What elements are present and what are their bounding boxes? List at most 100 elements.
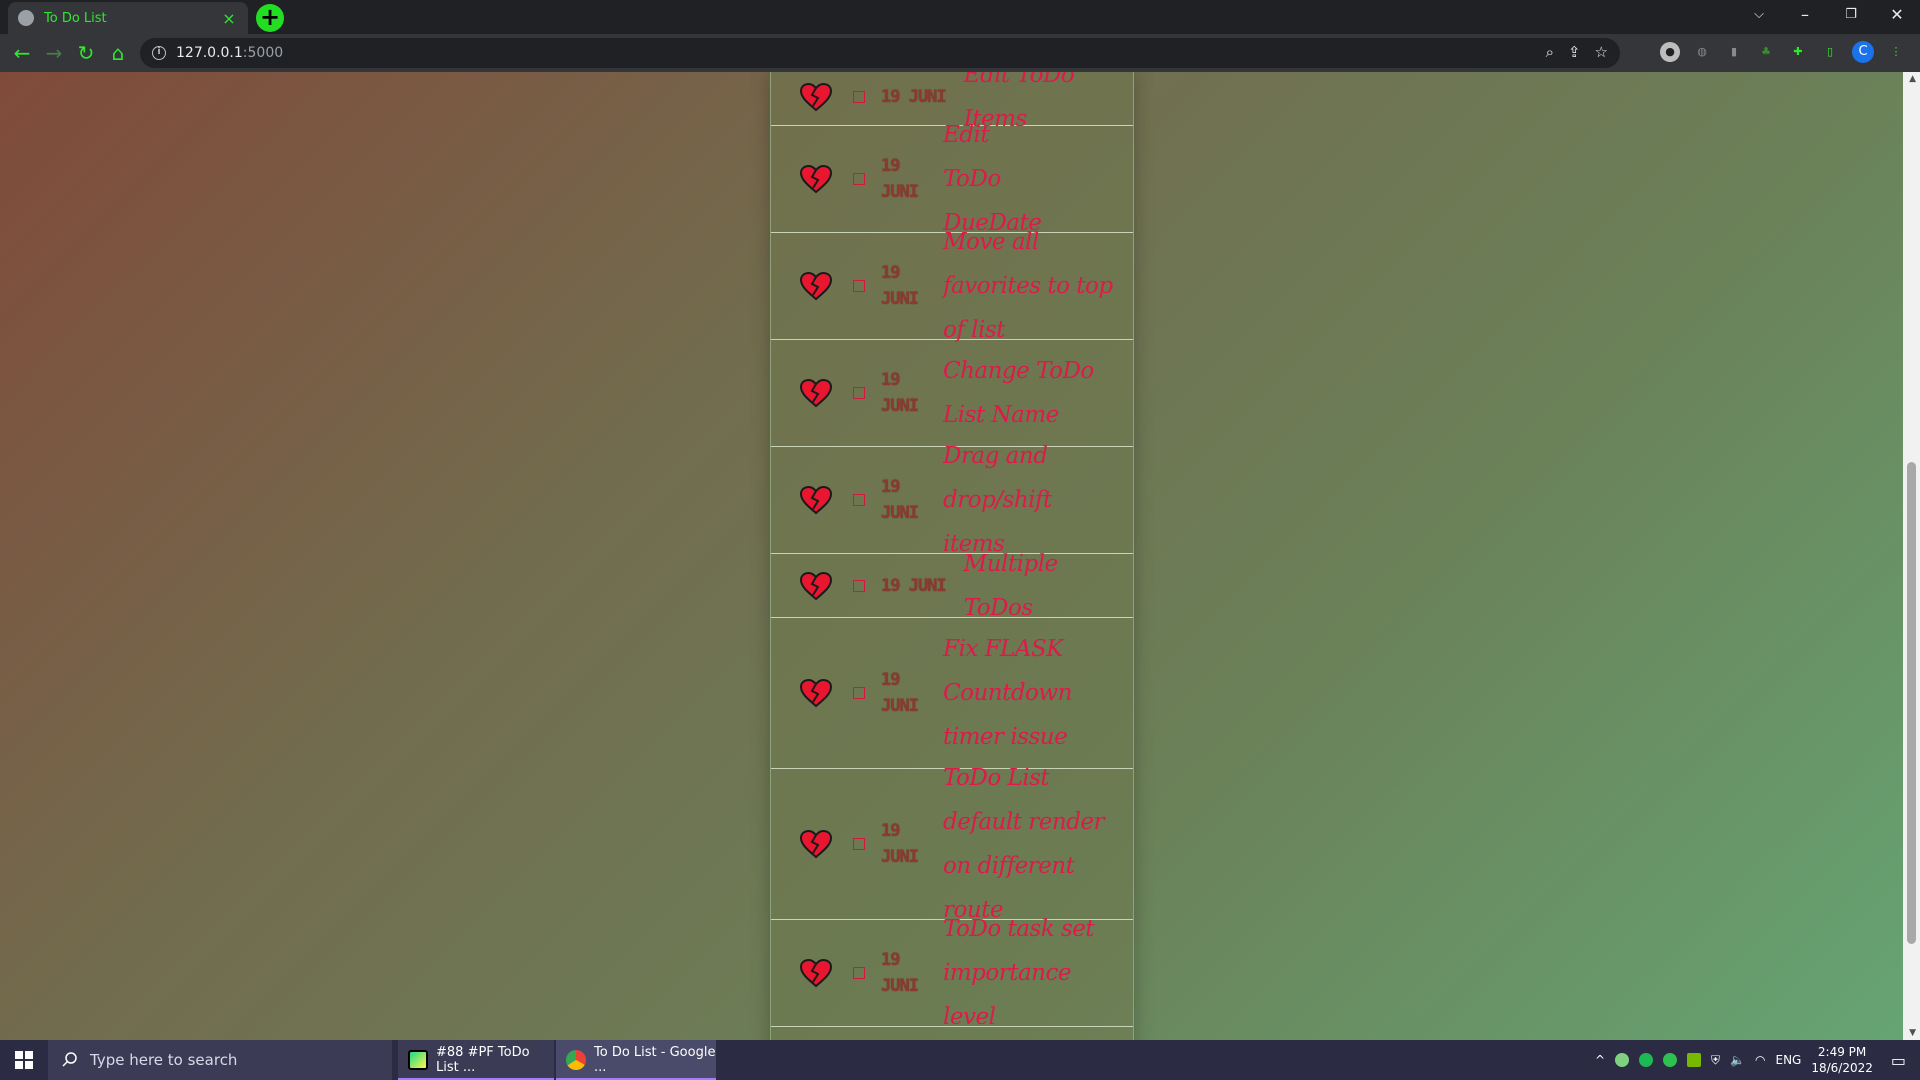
tree-extension-icon[interactable]: ♣ — [1756, 42, 1776, 62]
zoom-icon[interactable]: ⌕ — [1546, 43, 1554, 61]
restore-button[interactable]: ❐ — [1828, 0, 1874, 30]
url-port: :5000 — [242, 45, 284, 61]
close-window-button[interactable]: ✕ — [1874, 0, 1920, 30]
broken-heart-favorite-icon[interactable] — [799, 82, 833, 112]
broken-heart-favorite-icon[interactable] — [799, 678, 833, 708]
broken-heart-favorite-icon[interactable] — [799, 485, 833, 515]
todo-checkbox[interactable] — [853, 967, 865, 979]
todo-text[interactable]: Multiple ToDos — [964, 542, 1133, 630]
todo-item: 19 JUNI ToDo List default render on diff… — [771, 765, 1133, 923]
todo-checkbox[interactable] — [853, 687, 865, 699]
todo-date: 19 JUNI — [881, 156, 919, 202]
clock-time: 2:49 PM — [1817, 1045, 1867, 1059]
volume-icon[interactable]: 🔈 — [1730, 1053, 1745, 1067]
clock[interactable]: 2:49 PM 18/6/2022 — [1811, 1044, 1873, 1076]
tab-search-icon[interactable]: ⌵ — [1736, 0, 1782, 30]
reload-button[interactable]: ↻ — [70, 37, 102, 69]
scroll-up-arrow-icon[interactable]: ▲ — [1909, 74, 1916, 84]
nvidia-icon[interactable] — [1687, 1053, 1702, 1067]
todo-item: 19 JUNI ToDo task set importance level — [771, 916, 1133, 1030]
todo-item: 19 JUNI Move all favorites to top of lis… — [771, 229, 1133, 343]
security-shield-icon[interactable]: ⛨ — [1711, 1053, 1720, 1068]
taskbar-app-chrome[interactable]: To Do List - Google ... — [556, 1040, 716, 1080]
puzzle-extensions-icon[interactable]: ✚ — [1788, 42, 1808, 62]
todo-checkbox[interactable] — [853, 280, 865, 292]
globe-icon — [18, 10, 34, 26]
broken-heart-favorite-icon[interactable] — [799, 164, 833, 194]
clock-date: 18/6/2022 — [1811, 1061, 1873, 1075]
broken-heart-favorite-icon[interactable] — [799, 958, 833, 988]
taskbar-app-label: To Do List - Google ... — [594, 1045, 716, 1075]
todo-text[interactable]: ToDo task set importance level — [943, 907, 1133, 1039]
windows-taskbar: Type here to search #88 #PF ToDo List ..… — [0, 1040, 1920, 1080]
search-placeholder: Type here to search — [90, 1051, 238, 1069]
tray-app-icon[interactable] — [1663, 1053, 1678, 1067]
page-viewport: 19 JUNI Edit ToDo Items 19 JUNI Edit ToD… — [0, 72, 1920, 1040]
todo-date: 19 JUNI — [881, 575, 947, 596]
forward-button[interactable]: → — [38, 37, 70, 69]
language-indicator[interactable]: ENG — [1775, 1053, 1801, 1067]
app-tray-icon[interactable] — [1615, 1053, 1630, 1067]
page-scrollbar[interactable]: ▲ ▼ — [1903, 72, 1920, 1040]
broken-heart-favorite-icon[interactable] — [799, 271, 833, 301]
extension-icon[interactable]: ◍ — [1692, 42, 1712, 62]
spotify-icon[interactable] — [1639, 1053, 1654, 1067]
browser-tab-bar: To Do List × + ⌵ – ❐ ✕ — [0, 0, 1920, 34]
todo-date: 19 JUNI — [881, 821, 919, 867]
todo-item: 19 JUNI Edit ToDo DueDate — [771, 122, 1133, 236]
adblock-extension-icon[interactable]: ● — [1660, 42, 1680, 62]
extensions-area: ● ◍ ▮ ♣ ✚ ▯ C ⋮ — [1660, 41, 1906, 63]
new-tab-button[interactable]: + — [256, 4, 284, 32]
scrollbar-thumb[interactable] — [1907, 462, 1916, 944]
todo-checkbox[interactable] — [853, 838, 865, 850]
todo-item: 19 JUNI Change ToDo List Name — [771, 340, 1133, 447]
todo-item: 19 JUNI Fix FLASK Countdown timer issue — [771, 618, 1133, 769]
todo-text[interactable]: Move all favorites to top of list — [943, 220, 1133, 352]
browser-toolbar: ← → ↻ ⌂ i 127.0.0.1 :5000 ⌕ ⇪ ☆ — [0, 34, 1920, 72]
back-button[interactable]: ← — [6, 37, 38, 69]
todo-text[interactable]: Fix FLASK Countdown timer issue — [943, 627, 1133, 759]
url-host: 127.0.0.1 — [176, 45, 243, 61]
close-tab-icon[interactable]: × — [220, 9, 238, 28]
todo-checkbox[interactable] — [853, 173, 865, 185]
notifications-icon[interactable]: ▭ — [1891, 1051, 1906, 1070]
chrome-icon — [566, 1050, 586, 1070]
pycharm-icon — [408, 1050, 428, 1070]
minimize-button[interactable]: – — [1782, 0, 1828, 30]
menu-kebab-icon[interactable]: ⋮ — [1886, 42, 1906, 62]
taskbar-app-label: #88 #PF ToDo List ... — [436, 1045, 530, 1075]
profile-avatar[interactable]: C — [1852, 41, 1874, 63]
home-button[interactable]: ⌂ — [102, 37, 134, 69]
extension-icon[interactable]: ▮ — [1724, 42, 1744, 62]
tab-title: To Do List — [44, 10, 107, 26]
taskbar-search-box[interactable]: Type here to search — [48, 1040, 392, 1080]
bookmark-star-icon[interactable]: ☆ — [1595, 43, 1608, 61]
share-icon[interactable]: ⇪ — [1568, 43, 1581, 61]
wifi-icon[interactable]: ◠ — [1755, 1053, 1765, 1067]
todo-checkbox[interactable] — [853, 387, 865, 399]
system-tray: ^ ⛨ 🔈 ◠ ENG 2:49 PM 18/6/2022 ▭ — [1595, 1040, 1920, 1080]
site-info-icon[interactable]: i — [152, 46, 166, 60]
address-bar[interactable]: i 127.0.0.1 :5000 ⌕ ⇪ ☆ — [140, 38, 1620, 68]
taskbar-app-pycharm[interactable]: #88 #PF ToDo List ... — [398, 1040, 554, 1080]
todo-date: 19 JUNI — [881, 950, 919, 996]
todo-item: 19 JUNI Drag and drop/shift items — [771, 443, 1133, 557]
todo-date: 19 JUNI — [881, 263, 919, 309]
show-hidden-icons-chevron-icon[interactable]: ^ — [1595, 1053, 1605, 1067]
todo-date: 19 JUNI — [881, 477, 919, 523]
todo-list: 19 JUNI Edit ToDo Items 19 JUNI Edit ToD… — [770, 72, 1134, 1040]
todo-checkbox[interactable] — [853, 494, 865, 506]
broken-heart-favorite-icon[interactable] — [799, 571, 833, 601]
search-icon — [62, 1052, 77, 1067]
side-panel-icon[interactable]: ▯ — [1820, 42, 1840, 62]
todo-text[interactable]: Change ToDo List Name — [943, 349, 1133, 437]
broken-heart-favorite-icon[interactable] — [799, 829, 833, 859]
tab-to-do-list[interactable]: To Do List × — [8, 2, 248, 34]
todo-checkbox[interactable] — [853, 579, 865, 592]
scroll-down-arrow-icon[interactable]: ▼ — [1909, 1028, 1916, 1038]
start-button[interactable] — [0, 1040, 48, 1080]
todo-text[interactable]: ToDo List default render on different ro… — [943, 756, 1133, 932]
todo-checkbox[interactable] — [853, 91, 865, 103]
broken-heart-favorite-icon[interactable] — [799, 378, 833, 408]
windows-logo-icon — [15, 1051, 33, 1069]
